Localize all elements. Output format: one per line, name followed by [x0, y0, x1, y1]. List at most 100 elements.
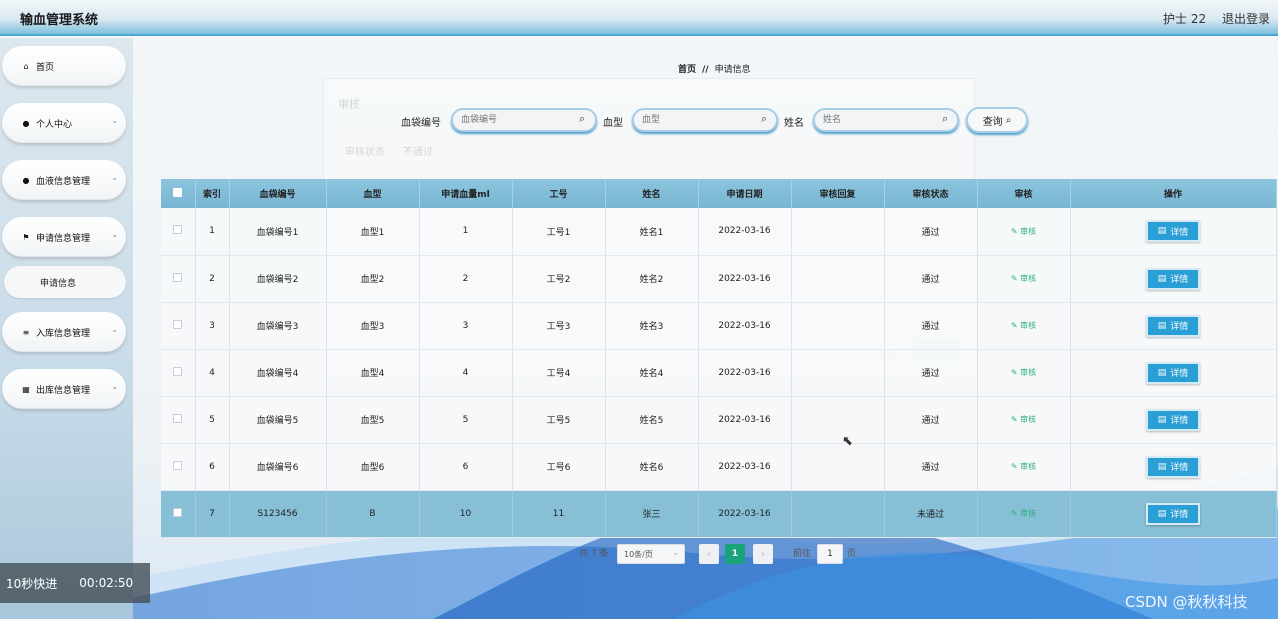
- row-select-cell[interactable]: [161, 443, 196, 491]
- cell-wid: 工号6: [512, 443, 606, 491]
- row-checkbox[interactable]: [173, 413, 183, 423]
- detail-button[interactable]: ▤ 详情: [1146, 267, 1200, 290]
- audit-link[interactable]: ✎ 审核: [1011, 368, 1036, 377]
- cell-status: 通过: [884, 208, 978, 256]
- cell-vol: 5: [419, 396, 513, 444]
- sidebar: ⌂ 首页 ● 个人中心 ⌄ ● 血液信息管理 ⌄ ⚑ 申请信息管理 ⌄ 申请信息…: [0, 38, 133, 619]
- sidebar-item-storage-out[interactable]: ▦ 出库信息管理 ⌄: [2, 369, 126, 409]
- playback-timer: 10秒快进 00:02:50: [0, 563, 150, 603]
- audit-link[interactable]: ✎ 审核: [1011, 462, 1036, 471]
- type-search-input[interactable]: [632, 108, 778, 132]
- row-select-cell[interactable]: [161, 302, 196, 350]
- column-header: 操作: [1070, 179, 1277, 208]
- query-button[interactable]: 查询 ⌕: [966, 107, 1028, 133]
- search-icon: ⌕: [761, 112, 768, 125]
- timer-label: 10秒快进: [6, 576, 58, 591]
- audit-cell: ✎ 审核: [977, 349, 1071, 397]
- sidebar-item-application[interactable]: ⚑ 申请信息管理 ⌄: [2, 217, 126, 257]
- column-header: 审核回复: [791, 179, 885, 208]
- cell-name: 姓名6: [605, 443, 699, 491]
- row-checkbox[interactable]: [173, 272, 183, 282]
- document-icon: ▤: [1157, 414, 1167, 425]
- list-icon: ≡: [22, 327, 30, 337]
- action-cell: ▤ 详情: [1070, 302, 1277, 350]
- action-cell: ▤ 详情: [1070, 208, 1277, 256]
- cell-idx: 6: [195, 443, 230, 491]
- next-page-button[interactable]: ›: [753, 544, 773, 564]
- pager-page-label: 页: [847, 549, 857, 559]
- cell-wid: 11: [512, 490, 606, 538]
- table-row: 1 血袋编号1 血型1 1 工号1 姓名1 2022-03-16 通过 ✎ 审核 ▤ 详情: [161, 208, 1277, 256]
- row-checkbox[interactable]: [173, 366, 183, 376]
- sidebar-item-blood-info[interactable]: ● 血液信息管理 ⌄: [2, 160, 126, 200]
- page-size-select[interactable]: 10条/页 ⌄: [617, 544, 685, 564]
- pager-goto-label: 前往: [793, 549, 812, 559]
- column-header: 审核: [977, 179, 1071, 208]
- select-all-checkbox[interactable]: [173, 187, 183, 197]
- search-icon: ⌕: [579, 112, 586, 125]
- table-row: 6 血袋编号6 血型6 6 工号6 姓名6 2022-03-16 通过 ✎ 审核 ▤ 详情: [161, 443, 1277, 491]
- audit-link[interactable]: ✎ 审核: [1011, 274, 1036, 283]
- row-checkbox[interactable]: [173, 507, 183, 517]
- cell-status: 通过: [884, 349, 978, 397]
- column-header: 血型: [326, 179, 420, 208]
- name-search-input[interactable]: [813, 108, 959, 132]
- audit-link[interactable]: ✎ 审核: [1011, 321, 1036, 330]
- chevron-down-icon: ⌄: [111, 116, 118, 125]
- audit-label: 审核: [1020, 368, 1037, 377]
- cell-reply: [791, 302, 885, 350]
- document-icon: ▤: [1157, 367, 1167, 378]
- cell-reply: [791, 443, 885, 491]
- audit-cell: ✎ 审核: [977, 255, 1071, 303]
- action-cell: ▤ 详情: [1070, 255, 1277, 303]
- audit-link[interactable]: ✎ 审核: [1011, 509, 1036, 518]
- row-select-cell[interactable]: [161, 255, 196, 303]
- sidebar-item-profile[interactable]: ● 个人中心 ⌄: [2, 103, 126, 143]
- sidebar-item-label: 血液信息管理: [36, 176, 91, 187]
- watermark: CSDN @秋秋科技: [1125, 593, 1248, 611]
- column-header: 索引: [195, 179, 230, 208]
- row-select-cell[interactable]: [161, 208, 196, 256]
- row-checkbox[interactable]: [173, 319, 183, 329]
- cell-status: 通过: [884, 302, 978, 350]
- page-jump-input[interactable]: 1: [817, 544, 843, 564]
- cell-vol: 2: [419, 255, 513, 303]
- detail-button[interactable]: ▤ 详情: [1146, 314, 1200, 337]
- row-checkbox[interactable]: [173, 460, 183, 470]
- detail-button[interactable]: ▤ 详情: [1146, 220, 1200, 243]
- select-all-cell[interactable]: [161, 179, 196, 208]
- row-select-cell[interactable]: [161, 396, 196, 444]
- flag-icon: ⚑: [22, 232, 30, 242]
- sidebar-item-label: 首页: [36, 62, 55, 73]
- action-cell: ▤ 详情: [1070, 490, 1277, 538]
- bag-search-input[interactable]: [451, 108, 597, 132]
- sidebar-item-storage-in[interactable]: ≡ 入库信息管理 ⌄: [2, 312, 126, 352]
- edit-icon: ✎: [1010, 415, 1021, 424]
- detail-button[interactable]: ▤ 详情: [1146, 361, 1200, 384]
- cell-idx: 3: [195, 302, 230, 350]
- row-select-cell[interactable]: [161, 349, 196, 397]
- logout-link[interactable]: 退出登录: [1222, 10, 1270, 27]
- search-icon: ⌕: [1005, 114, 1012, 126]
- sidebar-item-home[interactable]: ⌂ 首页: [2, 46, 126, 86]
- cell-wid: 工号2: [512, 255, 606, 303]
- main-content: 审核 审核状态 不通过 取消 确定 首页//申请信息 血袋编号 ⌕ 血型 ⌕ 姓…: [133, 38, 1278, 619]
- action-cell: ▤ 详情: [1070, 349, 1277, 397]
- detail-button[interactable]: ▤ 详情: [1146, 408, 1200, 431]
- detail-label: 详情: [1170, 227, 1189, 238]
- cell-date: 2022-03-16: [698, 302, 792, 350]
- current-page-button[interactable]: 1: [725, 544, 745, 564]
- cell-wid: 工号5: [512, 396, 606, 444]
- row-select-cell[interactable]: [161, 490, 196, 538]
- audit-cell: ✎ 审核: [977, 490, 1071, 538]
- sidebar-subitem-application-info[interactable]: 申请信息: [4, 266, 126, 298]
- audit-link[interactable]: ✎ 审核: [1011, 227, 1036, 236]
- cell-name: 姓名1: [605, 208, 699, 256]
- prev-page-button[interactable]: ‹: [699, 544, 719, 564]
- detail-button[interactable]: ▤ 详情: [1146, 502, 1200, 525]
- detail-button[interactable]: ▤ 详情: [1146, 455, 1200, 478]
- row-checkbox[interactable]: [173, 225, 183, 235]
- breadcrumb-home[interactable]: 首页: [678, 65, 696, 75]
- audit-link[interactable]: ✎ 审核: [1011, 415, 1036, 424]
- table-row: 5 血袋编号5 血型5 5 工号5 姓名5 2022-03-16 通过 ✎ 审核 ▤ 详情: [161, 396, 1277, 444]
